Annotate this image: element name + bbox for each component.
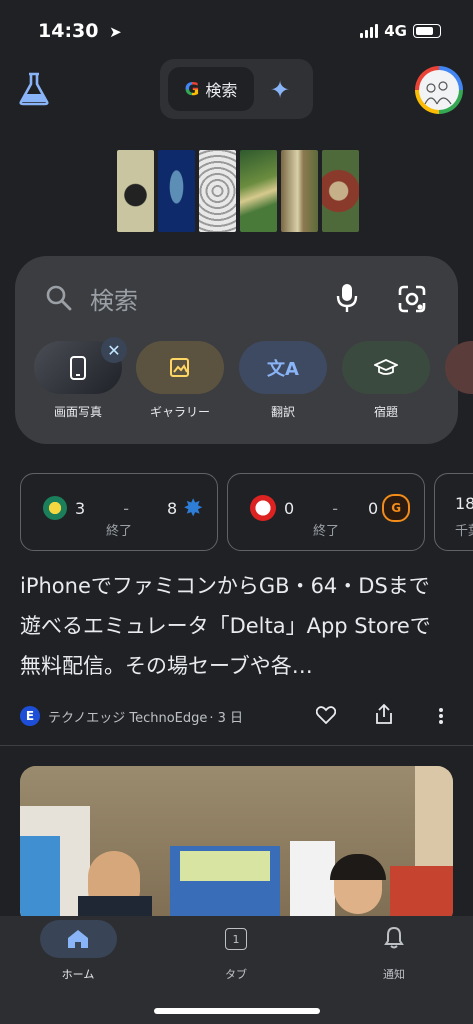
google-g-icon: G: [184, 78, 200, 100]
close-icon[interactable]: ✕: [101, 337, 127, 363]
nav-home-button[interactable]: [40, 920, 117, 958]
search-mode-button[interactable]: G 検索: [168, 67, 254, 111]
home-score: 3: [75, 498, 86, 518]
team-logo-icon: G: [382, 494, 411, 522]
chip-gallery[interactable]: [136, 341, 224, 394]
heart-icon[interactable]: [315, 706, 337, 728]
score-row: 3 - 8 ✸: [21, 494, 217, 522]
score-separator: -: [123, 498, 129, 518]
away-score: 8: [166, 498, 178, 518]
location-arrow-icon: ➤: [109, 23, 122, 41]
translate-icon: 文A: [267, 358, 299, 380]
bell-icon[interactable]: [384, 926, 404, 954]
share-icon[interactable]: [375, 703, 393, 729]
doodle-letter-g2: [240, 150, 277, 232]
graduation-cap-icon: [374, 358, 398, 375]
signal-icon: [360, 24, 379, 38]
divider: [0, 745, 473, 746]
chip-label: 画面写真: [53, 405, 102, 419]
avatar[interactable]: [415, 66, 463, 114]
source-logo-icon: E: [20, 706, 40, 726]
status-indicators: 4G: [360, 22, 441, 40]
chip-homework[interactable]: [342, 341, 430, 394]
search-icon: [45, 284, 73, 316]
game-status: 終了: [105, 524, 132, 539]
chip-label: 宿題: [373, 405, 398, 419]
doodle-letter-o1: [158, 150, 195, 232]
away-score: 0: [367, 498, 379, 518]
partial-status: 千葉: [455, 524, 473, 539]
gemini-spark-icon[interactable]: ✦: [270, 76, 290, 104]
doodle-letter-g: [117, 150, 154, 232]
article-image[interactable]: [20, 766, 453, 926]
doodle-letter-e: [322, 150, 359, 232]
game-status: 終了: [312, 524, 339, 539]
battery-icon: [413, 24, 441, 38]
score-card[interactable]: 0 - 0 G 終了: [227, 473, 425, 551]
chip-label: 翻訳: [270, 405, 295, 419]
google-doodle[interactable]: [117, 150, 359, 232]
team-logo-icon: ✸: [183, 494, 204, 522]
gallery-icon: [170, 357, 189, 377]
status-time-text: 14:30: [38, 20, 99, 42]
score-card[interactable]: 3 - 8 ✸ 終了: [20, 473, 218, 551]
phone-icon: [70, 355, 86, 380]
partial-score: 18: [455, 494, 473, 513]
status-time: 14:30 ➤: [38, 20, 122, 42]
home-indicator[interactable]: [154, 1008, 320, 1014]
score-separator: -: [332, 498, 338, 518]
score-card[interactable]: 18 千葉: [434, 473, 473, 551]
tabs-icon[interactable]: 1: [225, 928, 247, 950]
network-type: 4G: [384, 22, 407, 40]
source-name: テクノエッジ TechnoEdge: [48, 710, 208, 726]
search-mode-label: 検索: [205, 81, 238, 100]
google-lens-icon[interactable]: [398, 285, 426, 317]
nav-tabs-label: タブ: [225, 968, 247, 981]
search-input[interactable]: 検索: [90, 281, 138, 316]
home-score: 0: [284, 498, 295, 518]
score-row: 0 - 0 G: [228, 494, 424, 522]
team-logo-icon: [43, 496, 67, 520]
chip-translate[interactable]: 文A: [239, 341, 327, 394]
chip-label: ギャラリー: [149, 405, 210, 419]
tabs-count: 1: [232, 932, 240, 946]
article-source: E テクノエッジ TechnoEdge · 3 日: [20, 706, 243, 726]
microphone-icon[interactable]: [336, 283, 358, 317]
labs-flask-icon[interactable]: [18, 72, 50, 110]
doodle-letter-l: [281, 150, 318, 232]
article-headline[interactable]: iPhoneでファミコンからGB・64・DSまで遊べるエミュレータ「Delta」…: [20, 566, 450, 686]
doodle-letter-o2: [199, 150, 236, 232]
home-icon: [68, 930, 88, 948]
nav-notifications-label: 通知: [383, 968, 405, 981]
avatar-image: [419, 70, 459, 110]
team-logo-icon: [250, 495, 276, 521]
more-vert-icon[interactable]: [438, 707, 444, 729]
article-age: · 3 日: [209, 710, 244, 726]
nav-home-label: ホーム: [61, 968, 95, 981]
